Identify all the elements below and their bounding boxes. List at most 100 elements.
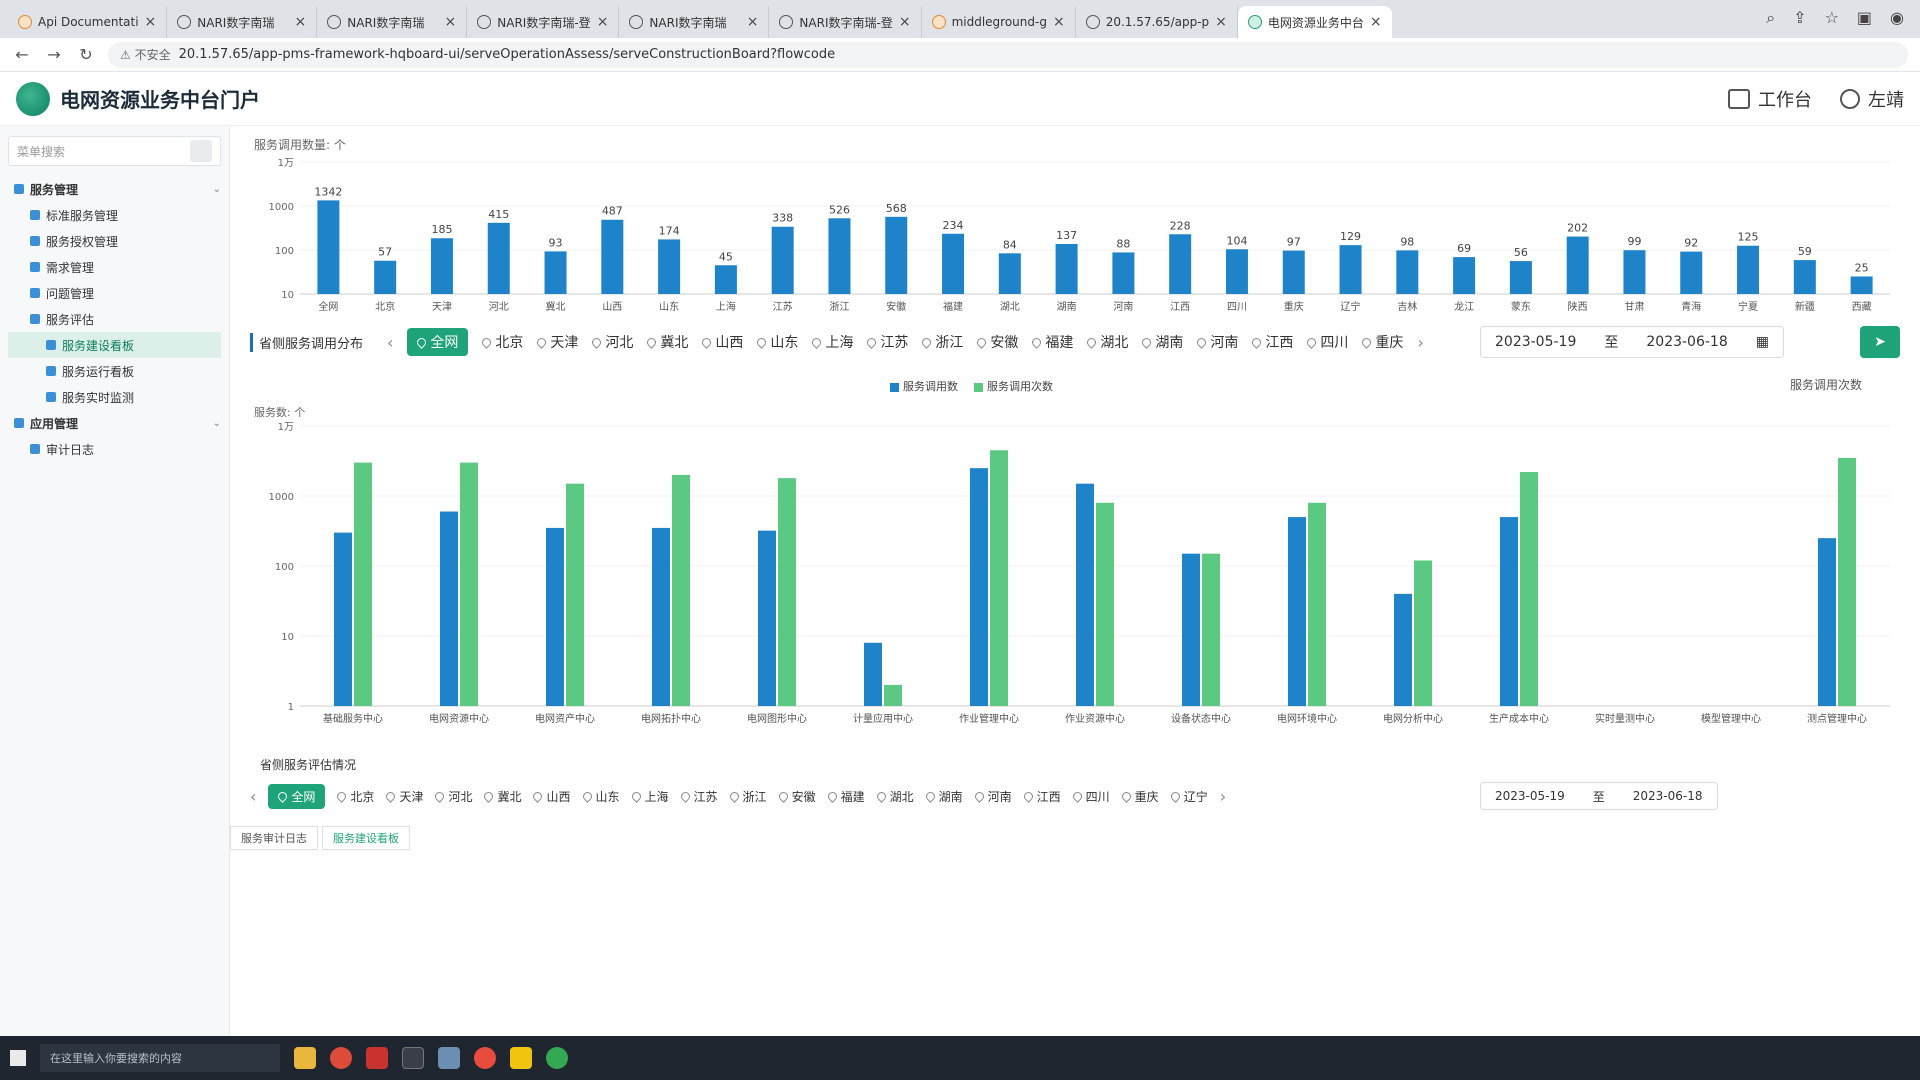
region-chip[interactable]: 上海 [629, 788, 669, 805]
close-icon[interactable]: × [145, 14, 157, 30]
region-chip[interactable]: 河南 [1195, 332, 1238, 352]
region-chip[interactable]: 山东 [580, 788, 620, 805]
location-pin-icon [972, 789, 986, 803]
sidebar-item[interactable]: 标准服务管理 [8, 202, 221, 228]
browser-tab[interactable]: NARI数字南瑞 × [167, 6, 318, 38]
query-button[interactable]: ➤ [1860, 326, 1900, 358]
file-explorer-icon[interactable] [294, 1047, 316, 1069]
region-chip[interactable]: 北京 [335, 788, 374, 805]
region-chip[interactable]: 安徽 [975, 332, 1018, 352]
browser-tab[interactable]: middleground-g × [922, 6, 1076, 38]
page-tab-board[interactable]: 服务建设看板 [322, 826, 410, 850]
close-icon[interactable]: × [597, 14, 609, 30]
sidebar-item[interactable]: 服务建设看板 [8, 332, 221, 358]
region-chip[interactable]: 天津 [535, 332, 578, 352]
chevron-left-icon[interactable]: ‹ [387, 333, 393, 352]
sidepanel-icon[interactable]: ▣ [1857, 8, 1872, 28]
notes-icon[interactable] [510, 1047, 532, 1069]
region-chip[interactable]: 河北 [590, 332, 633, 352]
region-chip[interactable]: 重庆 [1360, 332, 1403, 352]
region-chip[interactable]: 安徽 [776, 788, 816, 805]
region-chip[interactable]: 江苏 [865, 332, 908, 352]
close-icon[interactable]: × [1053, 14, 1065, 30]
windows-start-icon[interactable] [10, 1050, 26, 1066]
close-icon[interactable]: × [445, 14, 457, 30]
sidebar-item[interactable]: 需求管理 [8, 254, 221, 280]
blocked-app-icon[interactable] [474, 1047, 496, 1069]
region-chip[interactable]: 山东 [755, 332, 798, 352]
region-chip[interactable]: 福建 [825, 788, 865, 805]
browser-tab[interactable]: NARI数字南瑞-登 × [769, 6, 922, 38]
bookmark-star-icon[interactable]: ☆ [1825, 8, 1839, 28]
close-icon[interactable]: × [1370, 14, 1382, 30]
close-icon[interactable]: × [295, 14, 307, 30]
region-chip[interactable]: 冀北 [645, 332, 688, 352]
region-chip[interactable]: 福建 [1030, 332, 1073, 352]
chrome-2-icon[interactable] [546, 1047, 568, 1069]
browser-tab[interactable]: NARI数字南瑞 × [619, 6, 770, 38]
zoom-icon[interactable]: ⌕ [1766, 8, 1775, 28]
taskbar-search-input[interactable]: 在这里输入你要搜索的内容 [40, 1044, 280, 1072]
back-icon[interactable]: ← [12, 45, 32, 64]
region-chip[interactable]: 全网 [407, 328, 469, 356]
sidebar-item[interactable]: 服务实时监测 [8, 384, 221, 410]
close-icon[interactable]: × [747, 14, 759, 30]
sidebar-item[interactable]: 审计日志 [8, 436, 221, 462]
profile-icon[interactable]: ◉ [1890, 8, 1904, 28]
sidebar-item[interactable]: 问题管理 [8, 280, 221, 306]
region-chip[interactable]: 河北 [433, 788, 472, 805]
region-chip[interactable]: 湖北 [874, 788, 914, 805]
chevron-right-icon[interactable]: › [1417, 333, 1423, 352]
region-chip[interactable]: 浙江 [727, 788, 767, 805]
region-chip[interactable]: 湖南 [923, 788, 963, 805]
region-chip[interactable]: 山西 [531, 788, 571, 805]
forward-icon[interactable]: → [44, 45, 64, 64]
region-chip[interactable]: 江西 [1250, 332, 1293, 352]
sidebar-item[interactable]: 服务授权管理 [8, 228, 221, 254]
close-icon[interactable]: × [899, 14, 911, 30]
region-chip[interactable]: 天津 [384, 788, 423, 805]
terminal-icon[interactable] [402, 1047, 424, 1069]
close-icon[interactable]: × [1215, 14, 1227, 30]
chrome-icon[interactable] [330, 1047, 352, 1069]
menu-toggle-icon[interactable] [190, 140, 212, 162]
region-chip[interactable]: 浙江 [920, 332, 963, 352]
region-chip[interactable]: 全网 [268, 783, 326, 809]
date-range-picker[interactable]: 2023-05-19 至 2023-06-18 ▦ [1480, 326, 1784, 358]
wps-icon[interactable] [366, 1047, 388, 1069]
eval-chevron-right-icon[interactable]: › [1220, 787, 1226, 806]
sidebar-item[interactable]: 服务运行看板 [8, 358, 221, 384]
eval-chevron-left-icon[interactable]: ‹ [250, 787, 256, 806]
browser-tab[interactable]: 20.1.57.65/app-p × [1076, 6, 1238, 38]
eval-date-range-picker[interactable]: 2023-05-19 至 2023-06-18 [1480, 782, 1718, 810]
region-chip[interactable]: 江西 [1021, 788, 1061, 805]
user-menu[interactable]: 左靖 [1840, 86, 1904, 112]
region-chip[interactable]: 重庆 [1119, 788, 1159, 805]
region-chip[interactable]: 湖南 [1140, 332, 1183, 352]
region-chip[interactable]: 河南 [972, 788, 1012, 805]
workbench-button[interactable]: 工作台 [1728, 86, 1812, 112]
sidebar-item[interactable]: 应用管理 ⌄ [8, 410, 221, 436]
region-chip[interactable]: 四川 [1070, 788, 1110, 805]
page-tab-audit[interactable]: 服务审计日志 [230, 826, 318, 850]
share-icon[interactable]: ⇪ [1793, 8, 1806, 28]
region-chip[interactable]: 江苏 [678, 788, 718, 805]
browser-tab[interactable]: Api Documentati × [8, 6, 168, 38]
region-chip[interactable]: 北京 [480, 332, 523, 352]
region-chip[interactable]: 湖北 [1085, 332, 1128, 352]
region-chip[interactable]: 山西 [700, 332, 743, 352]
url-input[interactable]: ⚠ 不安全 20.1.57.65/app-pms-framework-hqboa… [108, 41, 1908, 68]
region-chip[interactable]: 冀北 [482, 788, 521, 805]
region-chip[interactable]: 上海 [810, 332, 853, 352]
menu-search-input[interactable]: 菜单搜索 [8, 136, 221, 166]
browser-tab[interactable]: 电网资源业务中台 × [1237, 6, 1392, 38]
region-chip[interactable]: 辽宁 [1168, 788, 1208, 805]
region-chip[interactable]: 四川 [1305, 332, 1348, 352]
app-icon[interactable] [438, 1047, 460, 1069]
browser-tab[interactable]: NARI数字南瑞 × [317, 6, 468, 38]
x-tick-label: 上海 [716, 300, 736, 313]
sidebar-item[interactable]: 服务管理 ⌄ [8, 176, 221, 202]
sidebar-item[interactable]: 服务评估 [8, 306, 221, 332]
browser-tab[interactable]: NARI数字南瑞-登 × [467, 6, 620, 38]
reload-icon[interactable]: ↻ [76, 45, 96, 64]
